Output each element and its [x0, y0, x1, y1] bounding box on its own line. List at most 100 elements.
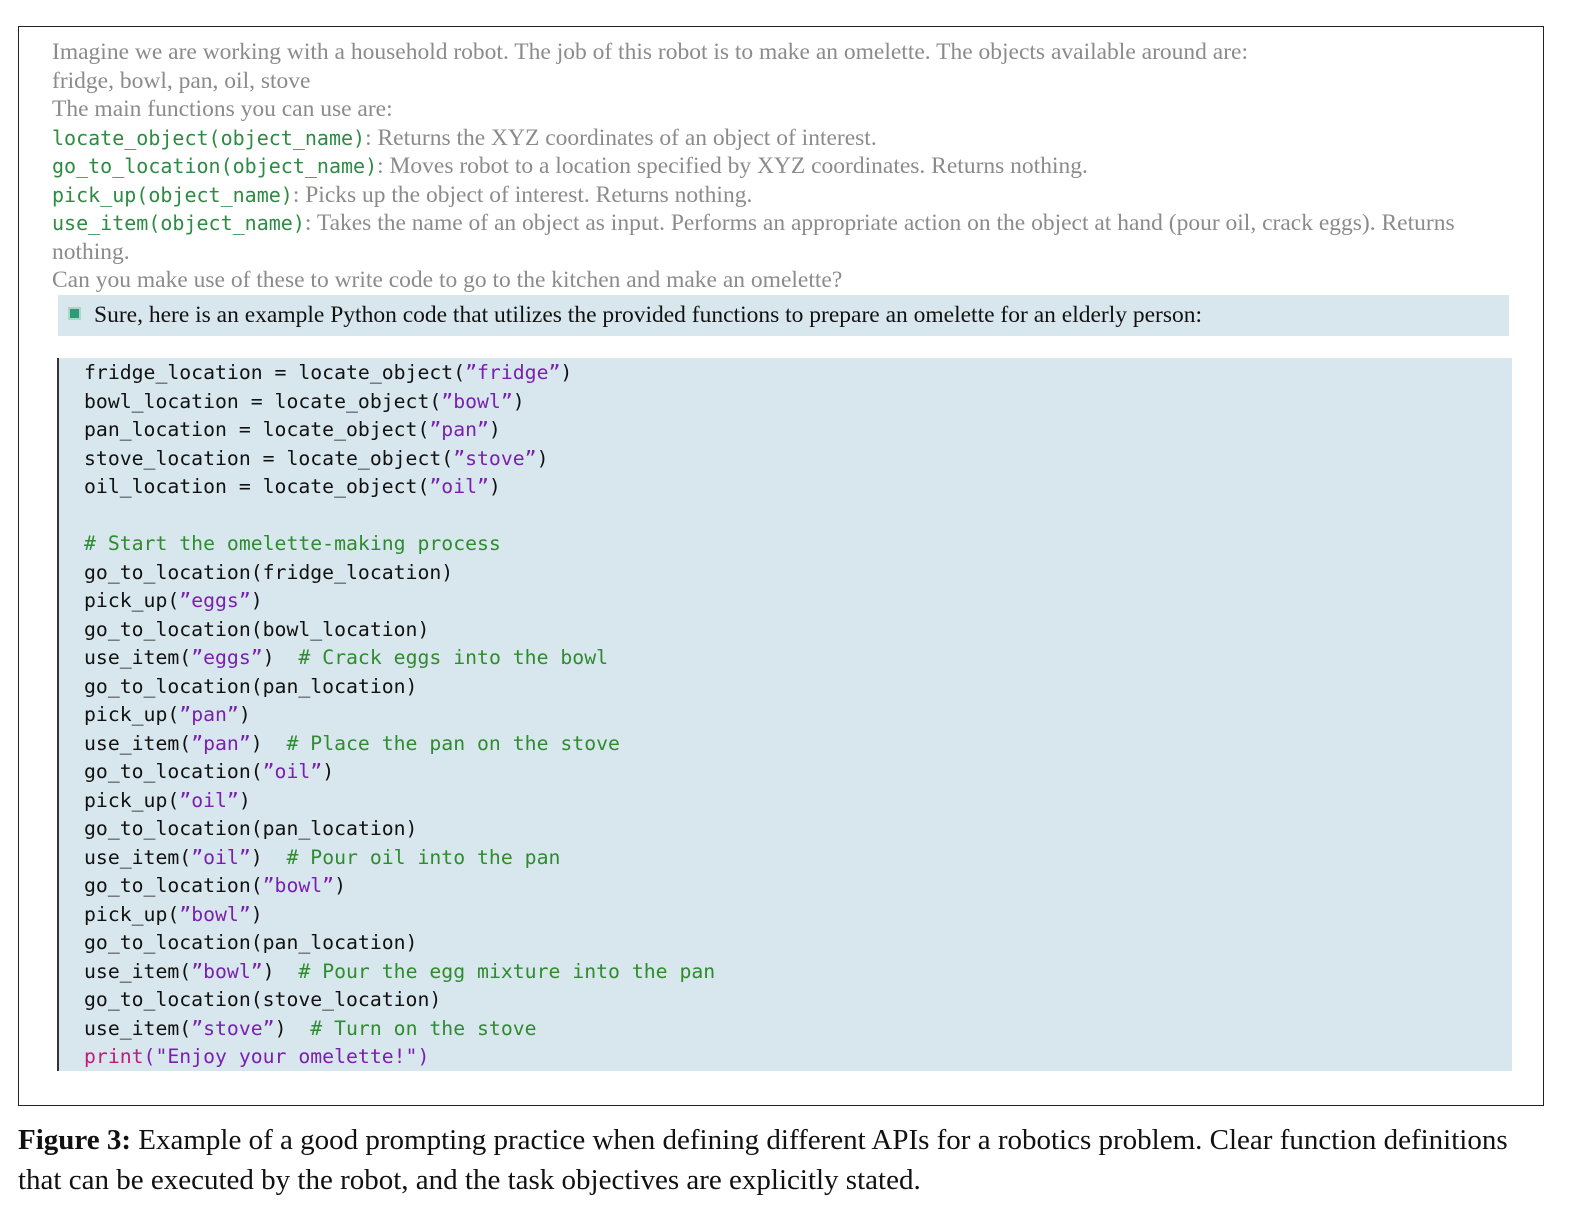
code-line: oil_location = locate_object(”oil”) [84, 473, 1512, 502]
code-token: go_to_location(bowl_location) [84, 617, 430, 641]
code-token: stove_location = locate_object( [84, 446, 454, 470]
code-string: ”oil” [179, 788, 239, 812]
function-definition: pick_up(object_name): Picks up the objec… [52, 181, 1522, 210]
code-line: go_to_location(”oil”) [84, 758, 1512, 787]
function-definition: use_item(object_name): Takes the name of… [52, 209, 1522, 266]
prompt-intro: Imagine we are working with a household … [52, 39, 1248, 65]
code-token: use_item( [84, 731, 192, 755]
code-string: ”eggs” [191, 646, 263, 669]
code-token: go_to_location( [84, 760, 263, 783]
code-comment: # Turn on the stove [310, 1016, 537, 1040]
code-string: ”bowl” [441, 389, 513, 413]
function-description: : Moves robot to a location specified by… [377, 153, 1088, 179]
code-string: ”bowl” [262, 874, 335, 897]
code-line: use_item(”oil”) # Pour oil into the pan [84, 844, 1512, 873]
code-token: use_item( [84, 959, 192, 983]
code-token: ) [560, 361, 573, 384]
code-string: ”pan” [429, 418, 489, 441]
code-token: oil_location = locate_object( [84, 475, 430, 498]
code-line: go_to_location(pan_location) [84, 673, 1512, 702]
code-comment: # Crack eggs into the bowl [298, 646, 609, 669]
code-string: ”eggs” [179, 589, 251, 612]
code-token: ) [262, 959, 299, 983]
function-description: : Picks up the object of interest. Retur… [292, 181, 753, 208]
code-line: pan_location = locate_object(”pan”) [84, 416, 1512, 445]
code-line: fridge_location = locate_object(”fridge”… [84, 359, 1512, 388]
code-block: fridge_location = locate_object(”fridge”… [57, 358, 1512, 1071]
code-line: go_to_location(”bowl”) [84, 872, 1512, 901]
code-token: ) [250, 589, 263, 612]
function-description: : Returns the XYZ coordinates of an obje… [365, 124, 877, 151]
code-token: go_to_location(fridge_location) [84, 560, 454, 584]
code-token: ) [536, 446, 549, 470]
code-line: stove_location = locate_object(”stove”) [84, 445, 1512, 474]
function-signature: locate_object(object_name) [52, 125, 366, 150]
answer-text: Sure, here is an example Python code tha… [94, 302, 1203, 328]
code-token: ) [274, 1016, 311, 1040]
code-line: use_item(”pan”) # Place the pan on the s… [84, 730, 1512, 759]
code-string: ”pan” [179, 703, 239, 726]
code-token: use_item( [84, 845, 192, 869]
code-token: pan_location = locate_object( [84, 418, 430, 441]
code-token: ) [250, 902, 263, 926]
code-string: ”oil” [191, 845, 251, 869]
code-token: use_item( [84, 646, 192, 669]
figure-frame: Imagine we are working with a household … [18, 26, 1544, 1106]
code-token: go_to_location(pan_location) [84, 931, 418, 954]
caption-text: Example of a good prompting practice whe… [18, 1124, 1508, 1196]
code-token: pick_up( [84, 589, 180, 612]
code-string: ”oil” [262, 760, 323, 783]
code-line: # Start the omelette-making process [84, 530, 1512, 559]
user-prompt: Imagine we are working with a household … [52, 38, 1522, 295]
function-signature: pick_up(object_name) [52, 182, 293, 207]
code-token: ) [238, 703, 251, 726]
code-line: go_to_location(pan_location) [84, 929, 1512, 958]
code-string: ”stove” [453, 446, 537, 470]
function-signature: use_item(object_name) [52, 211, 305, 235]
code-token: pick_up( [84, 788, 180, 812]
code-line: print("Enjoy your omelette!") [84, 1043, 1512, 1072]
code-token: ) [250, 845, 287, 869]
code-token: ) [250, 731, 287, 755]
code-token: ) [262, 646, 299, 669]
code-line: use_item(”bowl”) # Pour the egg mixture … [84, 958, 1512, 987]
code-token: fridge_location = locate_object( [84, 361, 466, 384]
code-token: go_to_location(pan_location) [84, 674, 418, 698]
code-token: go_to_location(pan_location) [84, 817, 418, 840]
function-definition: go_to_location(object_name): Moves robot… [52, 152, 1522, 181]
code-comment: # Pour the egg mixture into the pan [298, 959, 716, 983]
prompt-functions-heading: The main functions you can use are: [52, 96, 393, 122]
code-line: go_to_location(bowl_location) [84, 616, 1512, 645]
prompt-objects: fridge, bowl, pan, oil, stove [52, 67, 311, 94]
code-line: go_to_location(stove_location) [84, 986, 1512, 1015]
code-line: use_item(”stove”) # Turn on the stove [84, 1015, 1512, 1044]
assistant-answer: Sure, here is an example Python code tha… [58, 295, 1509, 336]
function-signature: go_to_location(object_name) [52, 154, 378, 178]
code-line: go_to_location(fridge_location) [84, 559, 1512, 588]
code-token: ) [488, 475, 501, 498]
figure-caption: Figure 3: Example of a good prompting pr… [18, 1120, 1558, 1200]
code-keyword: print [84, 1045, 144, 1068]
code-token: bowl_location = locate_object( [84, 389, 442, 413]
code-token: ) [322, 760, 335, 783]
code-comment: # Place the pan on the stove [286, 731, 620, 755]
code-string: ("Enjoy your omelette!") [143, 1045, 430, 1068]
code-token: pick_up( [84, 703, 180, 726]
code-token: go_to_location(stove_location) [84, 988, 442, 1011]
code-token: ) [512, 389, 525, 413]
function-definition: locate_object(object_name): Returns the … [52, 124, 1522, 153]
code-string: ”bowl” [179, 902, 251, 926]
chatgpt-logo-icon [68, 307, 81, 320]
code-line: pick_up(”oil”) [84, 787, 1512, 816]
code-line: use_item(”eggs”) # Crack eggs into the b… [84, 644, 1512, 673]
code-comment: # Pour oil into the pan [286, 845, 561, 869]
code-line: pick_up(”eggs”) [84, 587, 1512, 616]
caption-label: Figure 3: [18, 1124, 132, 1156]
code-string: ”pan” [191, 731, 251, 755]
code-line: bowl_location = locate_object(”bowl”) [84, 388, 1512, 417]
code-line: pick_up(”bowl”) [84, 901, 1512, 930]
code-string: ”oil” [429, 475, 489, 498]
code-token: use_item( [84, 1016, 192, 1040]
code-token: pick_up( [84, 902, 180, 926]
